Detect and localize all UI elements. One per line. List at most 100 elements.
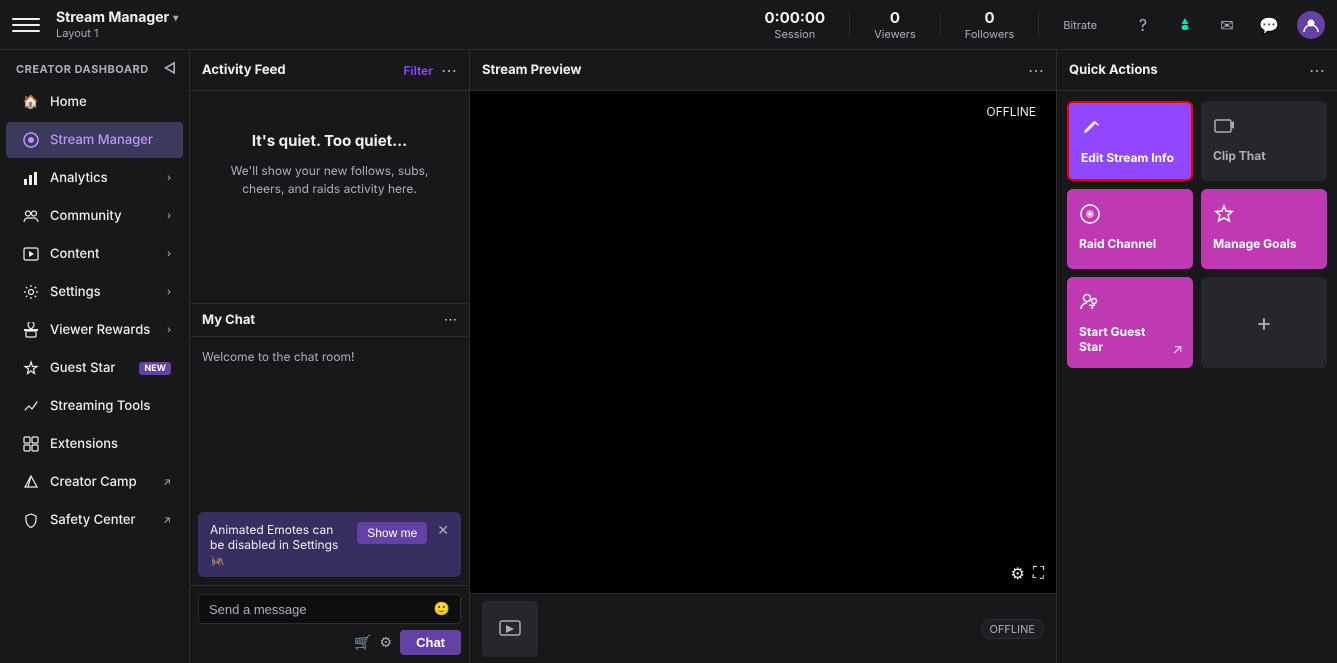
- stat-divider-3: [1038, 13, 1039, 37]
- show-me-button[interactable]: Show me: [357, 522, 427, 544]
- sidebar-item-guest-star[interactable]: Guest Star NEW: [6, 350, 183, 386]
- help-icon[interactable]: ?: [1129, 11, 1157, 39]
- external-link-icon-safety-center: ↗: [163, 514, 171, 526]
- stat-viewers: 0 Viewers: [874, 8, 916, 41]
- content-area: Activity Feed Filter ⋯ It's quiet. Too q…: [190, 50, 1337, 663]
- quick-action-raid-channel[interactable]: Raid Channel: [1067, 189, 1193, 269]
- stream-preview-panel: Stream Preview ⋯ OFFLINE ⚙ ⛶ OFFLINE: [470, 50, 1057, 663]
- notification-close[interactable]: ✕: [437, 522, 449, 539]
- quick-action-clip-that[interactable]: Clip That: [1201, 101, 1327, 181]
- filter-button[interactable]: Filter: [404, 63, 434, 78]
- content-chevron: ›: [167, 248, 171, 260]
- app-subtitle: Layout 1: [56, 26, 178, 40]
- home-icon: 🏠: [22, 93, 40, 111]
- community-chevron: ›: [167, 210, 171, 222]
- activity-feed-options[interactable]: ⋯: [441, 60, 457, 80]
- sidebar-item-streaming-tools[interactable]: Streaming Tools: [6, 388, 183, 424]
- sidebar-item-home[interactable]: 🏠 Home: [6, 84, 183, 120]
- chat-input-row: 🙂: [198, 594, 461, 624]
- stream-manager-icon: [22, 131, 40, 149]
- viewer-rewards-chevron: ›: [167, 324, 171, 336]
- activity-feed-panel: Activity Feed Filter ⋯ It's quiet. Too q…: [190, 50, 470, 663]
- stream-bottom-bar: OFFLINE: [470, 593, 1056, 663]
- streaming-tools-icon: [22, 397, 40, 415]
- start-guest-star-icon: [1079, 291, 1181, 318]
- creator-camp-icon: [22, 473, 40, 491]
- sidebar-item-creator-camp[interactable]: Creator Camp ↗: [6, 464, 183, 500]
- stream-preview-video: OFFLINE ⚙ ⛶: [470, 91, 1056, 593]
- notification-text: Animated Emotes can be disabled in Setti…: [210, 522, 347, 567]
- edit-stream-info-label: Edit Stream Info: [1081, 150, 1179, 165]
- sidebar-item-label: Viewer Rewards: [50, 322, 157, 338]
- stat-divider-2: [940, 13, 941, 37]
- sidebar-item-extensions[interactable]: Extensions: [6, 426, 183, 462]
- chat-welcome-message: Welcome to the chat room!: [202, 349, 354, 364]
- offline-badge: OFFLINE: [978, 101, 1044, 122]
- chat-notification-banner: Animated Emotes can be disabled in Setti…: [198, 512, 461, 577]
- main-layout: CREATOR DASHBOARD ◁ 🏠 Home Stream Manage…: [0, 50, 1337, 663]
- quick-actions-header: Quick Actions ⋯: [1057, 50, 1337, 91]
- settings-chevron: ›: [167, 286, 171, 298]
- sidebar-item-safety-center[interactable]: Safety Center ↗: [6, 502, 183, 538]
- sidebar-item-label: Guest Star: [50, 360, 129, 376]
- chat-send-button[interactable]: Chat: [400, 630, 461, 655]
- manage-goals-label: Manage Goals: [1213, 236, 1315, 251]
- sidebar-item-settings[interactable]: Settings ›: [6, 274, 183, 310]
- safety-center-icon: [22, 511, 40, 529]
- sidebar-item-stream-manager[interactable]: Stream Manager: [6, 122, 183, 158]
- activity-feed-header: Activity Feed Filter ⋯: [190, 50, 469, 91]
- quick-actions-options[interactable]: ⋯: [1309, 60, 1325, 80]
- chat-actions-row: 🛒 ⚙ Chat: [198, 630, 461, 655]
- sidebar-item-label: Stream Manager: [50, 132, 171, 148]
- chat-emote-button[interactable]: 🛒: [354, 634, 371, 651]
- my-chat-header: My Chat ⋯: [190, 304, 469, 337]
- stream-manager-title-nav[interactable]: Stream Manager ▾ Layout 1: [56, 9, 178, 40]
- stat-followers: 0 Followers: [965, 8, 1015, 41]
- offline-pill: OFFLINE: [981, 619, 1044, 639]
- chat-input[interactable]: [209, 602, 434, 617]
- sidebar-item-content[interactable]: Content ›: [6, 236, 183, 272]
- settings-icon: [22, 283, 40, 301]
- activity-empty-title: It's quiet. Too quiet...: [252, 131, 407, 150]
- quick-action-add[interactable]: +: [1201, 277, 1327, 368]
- sidebar-header: CREATOR DASHBOARD ◁: [0, 50, 189, 83]
- sidebar-item-community[interactable]: Community ›: [6, 198, 183, 234]
- chat-input-area: 🙂 🛒 ⚙ Chat: [190, 585, 469, 663]
- sidebar-item-label: Home: [50, 94, 171, 110]
- nav-icons: ? ✉ 💬: [1129, 11, 1325, 39]
- stream-preview-header: Stream Preview ⋯: [470, 50, 1056, 91]
- quick-action-manage-goals[interactable]: Manage Goals: [1201, 189, 1327, 269]
- add-action-icon: +: [1256, 308, 1272, 337]
- clip-that-icon: [1213, 115, 1315, 142]
- hamburger-menu[interactable]: [12, 11, 40, 39]
- drops-icon[interactable]: [1171, 11, 1199, 39]
- analytics-icon: [22, 169, 40, 187]
- quick-action-start-guest-star[interactable]: Start GuestStar ↗: [1067, 277, 1193, 368]
- sidebar-item-label: Streaming Tools: [50, 398, 171, 414]
- stream-preview-controls: ⚙ ⛶: [1010, 562, 1044, 583]
- top-nav: Stream Manager ▾ Layout 1 0:00:00 Sessio…: [0, 0, 1337, 50]
- chat-send-icon[interactable]: 🙂: [434, 601, 450, 617]
- sidebar-item-analytics[interactable]: Analytics ›: [6, 160, 183, 196]
- chat-header-options[interactable]: ⋯: [444, 312, 457, 328]
- stream-settings-icon[interactable]: ⚙: [1010, 563, 1024, 583]
- quick-action-edit-stream-info[interactable]: Edit Stream Info: [1067, 101, 1193, 181]
- inbox-icon[interactable]: ✉: [1213, 11, 1241, 39]
- raid-channel-icon: [1079, 203, 1181, 230]
- stream-preview-options[interactable]: ⋯: [1028, 60, 1044, 80]
- avatar[interactable]: [1297, 11, 1325, 39]
- sidebar-item-label: Settings: [50, 284, 157, 300]
- whispers-icon[interactable]: 💬: [1255, 11, 1283, 39]
- sidebar-title: CREATOR DASHBOARD: [16, 62, 149, 76]
- sidebar-collapse-button[interactable]: ◁: [163, 60, 177, 77]
- quick-actions-panel: Quick Actions ⋯ Edit Stream Info Clip Th…: [1057, 50, 1337, 663]
- clip-that-label: Clip That: [1213, 148, 1315, 163]
- stream-fullscreen-icon[interactable]: ⛶: [1033, 562, 1044, 583]
- sidebar-item-viewer-rewards[interactable]: Viewer Rewards ›: [6, 312, 183, 348]
- guest-star-icon: [22, 359, 40, 377]
- chat-bits-button[interactable]: ⚙: [380, 634, 393, 651]
- stream-thumbnail: [482, 601, 538, 657]
- quick-actions-title: Quick Actions: [1069, 62, 1158, 78]
- start-guest-star-arrow: ↗: [1172, 341, 1183, 358]
- community-icon: [22, 207, 40, 225]
